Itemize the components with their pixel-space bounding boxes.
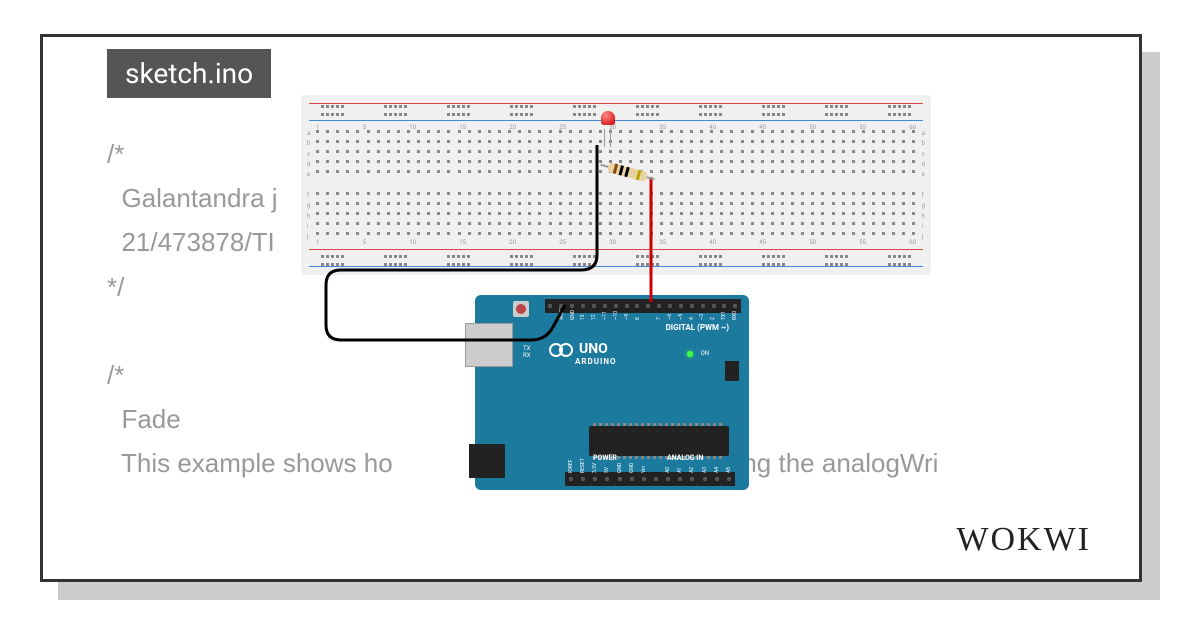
board-name: UNO	[579, 341, 608, 357]
power-section-label: POWER	[593, 454, 617, 462]
resistor-band-icon	[624, 167, 629, 177]
code-line: Fade	[107, 404, 181, 434]
circuit-diagram[interactable]: 151015202530354045505560 151015202530354…	[301, 95, 931, 475]
bottom-pin-labels: IOREFRESET3.3V5VGNDGNDVinA0A1A2A3A4A5	[567, 466, 733, 472]
resistor-band-icon	[636, 170, 641, 180]
breadboard-row-letters: abcde	[307, 130, 310, 178]
reset-button[interactable]	[513, 301, 529, 317]
file-tab[interactable]: sketch.ino	[107, 49, 271, 98]
infinity-icon	[549, 343, 573, 355]
card: sketch.ino /* Galantandra j 21/473878/TI…	[40, 34, 1142, 582]
on-label: ON	[701, 350, 709, 357]
breadboard-row-letters: fghij	[307, 192, 310, 240]
breadboard-row-letters: abcde	[922, 130, 925, 178]
usb-port-icon	[465, 323, 513, 367]
power-jack-icon	[469, 444, 505, 478]
breadboard[interactable]: 151015202530354045505560 151015202530354…	[301, 95, 931, 275]
power-led-icon	[687, 351, 693, 357]
wokwi-logo: WOKWI	[956, 521, 1091, 559]
code-line: /*	[107, 139, 124, 169]
arduino-logo: UNO	[549, 341, 608, 357]
power-analog-pin-header[interactable]	[565, 472, 735, 486]
code-line: /*	[107, 360, 124, 390]
arduino-uno-board[interactable]: AREFGND1312~11~10~987~6~54~32TX1RX0 DIGI…	[475, 295, 749, 490]
led-bulb-icon	[601, 111, 615, 125]
breadboard-row-letters: fghij	[922, 192, 925, 240]
analog-section-label: ANALOG IN	[667, 454, 703, 462]
filename: sketch.ino	[125, 57, 253, 90]
breadboard-terminal-lower	[316, 192, 916, 240]
digital-section-label: DIGITAL (PWM ~)	[666, 323, 729, 332]
resistor-band-icon	[613, 164, 618, 174]
tx-rx-labels: TX RX	[523, 345, 530, 359]
icsp-header	[725, 361, 739, 381]
code-line: 21/473878/TI	[107, 227, 275, 257]
digital-pin-labels: AREFGND1312~11~10~987~6~54~32TX1RX0	[547, 313, 739, 319]
breadboard-col-numbers: 151015202530354045505560	[316, 239, 916, 246]
code-line: Galantandra j	[107, 183, 278, 213]
atmega-chip-icon	[589, 426, 729, 456]
arduino-brand-text: ARDUINO	[575, 357, 616, 366]
led-red[interactable]	[601, 111, 615, 131]
led-legs	[604, 129, 605, 147]
resistor-band-icon	[618, 165, 623, 175]
code-line: */	[107, 272, 124, 302]
